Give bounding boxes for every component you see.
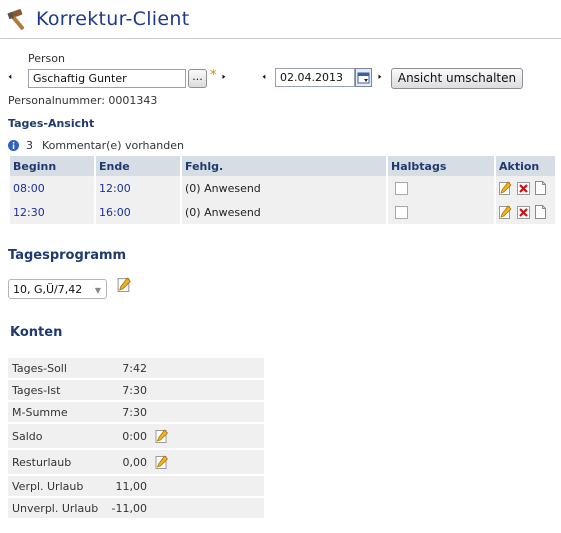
row-end[interactable]: 16:00 xyxy=(99,206,131,219)
konten-table: Tages-Soll 7:42 Tages-Ist 7:30 M-Summe 7:30 Sa… xyxy=(8,356,264,520)
prev-date-arrow-icon[interactable]: 🢐 xyxy=(262,70,266,87)
document-icon[interactable] xyxy=(534,205,547,219)
table-row: 12:30 16:00 (0) Anwesend xyxy=(10,200,555,224)
pencil-edit-icon[interactable] xyxy=(499,205,512,219)
row-end[interactable]: 12:00 xyxy=(99,182,131,195)
hammer-icon xyxy=(7,9,25,31)
row-fehlg: (0) Anwesend xyxy=(182,176,386,200)
tages-ansicht-title: Tages-Ansicht xyxy=(8,117,95,130)
delete-x-icon[interactable] xyxy=(516,181,530,195)
info-icon xyxy=(8,140,19,151)
tagesprogramm-selected: 10, G,Ü/7,42 xyxy=(13,283,83,296)
konten-value: 0:00 xyxy=(103,424,151,448)
row-begin[interactable]: 12:30 xyxy=(13,206,45,219)
col-aktion: Aktion xyxy=(496,156,555,176)
konten-label: Saldo xyxy=(8,424,103,448)
konten-value: 11,00 xyxy=(103,476,151,496)
next-person-arrow-icon[interactable]: 🢒 xyxy=(222,70,226,87)
pencil-edit-icon[interactable] xyxy=(117,277,132,292)
row-begin[interactable]: 08:00 xyxy=(13,182,45,195)
konten-row: Tages-Soll 7:42 xyxy=(8,358,264,378)
konten-row: Saldo 0:00 xyxy=(8,424,264,448)
konten-row: Unverpl. Urlaub -11,00 xyxy=(8,498,264,518)
toggle-view-button[interactable]: Ansicht umschalten xyxy=(391,68,523,89)
pencil-edit-icon[interactable] xyxy=(155,429,169,443)
prev-person-arrow-icon[interactable]: 🢐 xyxy=(8,70,12,87)
konten-label: M-Summe xyxy=(8,402,103,422)
konten-row: M-Summe 7:30 xyxy=(8,402,264,422)
konten-label: Tages-Soll xyxy=(8,358,103,378)
person-label: Person xyxy=(28,52,65,65)
konten-action xyxy=(151,424,264,448)
col-fehlg: Fehlg. xyxy=(182,156,386,176)
konten-label: Unverpl. Urlaub xyxy=(8,498,103,518)
halbtags-checkbox[interactable] xyxy=(395,181,408,195)
konten-value: 7:42 xyxy=(103,358,151,378)
konten-action xyxy=(151,450,264,474)
tagesprogramm-title: Tagesprogramm xyxy=(8,248,127,263)
konten-title: Konten xyxy=(10,325,63,340)
required-mark: * xyxy=(210,68,217,83)
page-title: Korrektur-Client xyxy=(36,8,190,30)
konten-action xyxy=(151,358,264,378)
konten-row: Resturlaub 0,00 xyxy=(8,450,264,474)
comments-link[interactable]: Kommentar(e) vorhanden xyxy=(42,139,184,152)
konten-row: Tages-Ist 7:30 xyxy=(8,380,264,400)
calendar-icon[interactable] xyxy=(355,68,372,87)
pencil-edit-icon[interactable] xyxy=(499,181,512,195)
konten-label: Verpl. Urlaub xyxy=(8,476,103,496)
tagesprogramm-select[interactable]: 10, G,Ü/7,42 ▼ xyxy=(8,279,107,299)
konten-label: Resturlaub xyxy=(8,450,103,474)
date-input[interactable]: 02.04.2013 xyxy=(275,68,355,87)
konten-value: -11,00 xyxy=(103,498,151,518)
konten-action xyxy=(151,476,264,496)
konten-value: 7:30 xyxy=(103,380,151,400)
konten-label: Tages-Ist xyxy=(8,380,103,400)
delete-x-icon[interactable] xyxy=(516,205,530,219)
person-browse-button[interactable]: ... xyxy=(188,69,207,88)
konten-value: 7:30 xyxy=(103,402,151,422)
col-ende: Ende xyxy=(96,156,180,176)
chevron-down-icon: ▼ xyxy=(94,286,101,295)
konten-row: Verpl. Urlaub 11,00 xyxy=(8,476,264,496)
konten-action xyxy=(151,380,264,400)
next-date-arrow-icon[interactable]: 🢒 xyxy=(378,70,382,87)
comments-count: 3 xyxy=(26,139,33,152)
pencil-edit-icon[interactable] xyxy=(155,455,169,469)
col-halbtags: Halbtags xyxy=(388,156,494,176)
person-input[interactable]: Gschaftig Gunter xyxy=(28,69,186,88)
tages-table: Beginn Ende Fehlg. Halbtags Aktion 08:00… xyxy=(8,156,557,224)
tages-header-row: Beginn Ende Fehlg. Halbtags Aktion xyxy=(10,156,555,176)
col-beginn: Beginn xyxy=(10,156,94,176)
halbtags-checkbox[interactable] xyxy=(395,205,408,219)
row-fehlg: (0) Anwesend xyxy=(182,200,386,224)
konten-action xyxy=(151,402,264,422)
konten-action xyxy=(151,498,264,518)
table-row: 08:00 12:00 (0) Anwesend xyxy=(10,176,555,200)
document-icon[interactable] xyxy=(534,181,547,195)
konten-value: 0,00 xyxy=(103,450,151,474)
personalnummer-text: Personalnummer: 0001343 xyxy=(8,94,158,107)
